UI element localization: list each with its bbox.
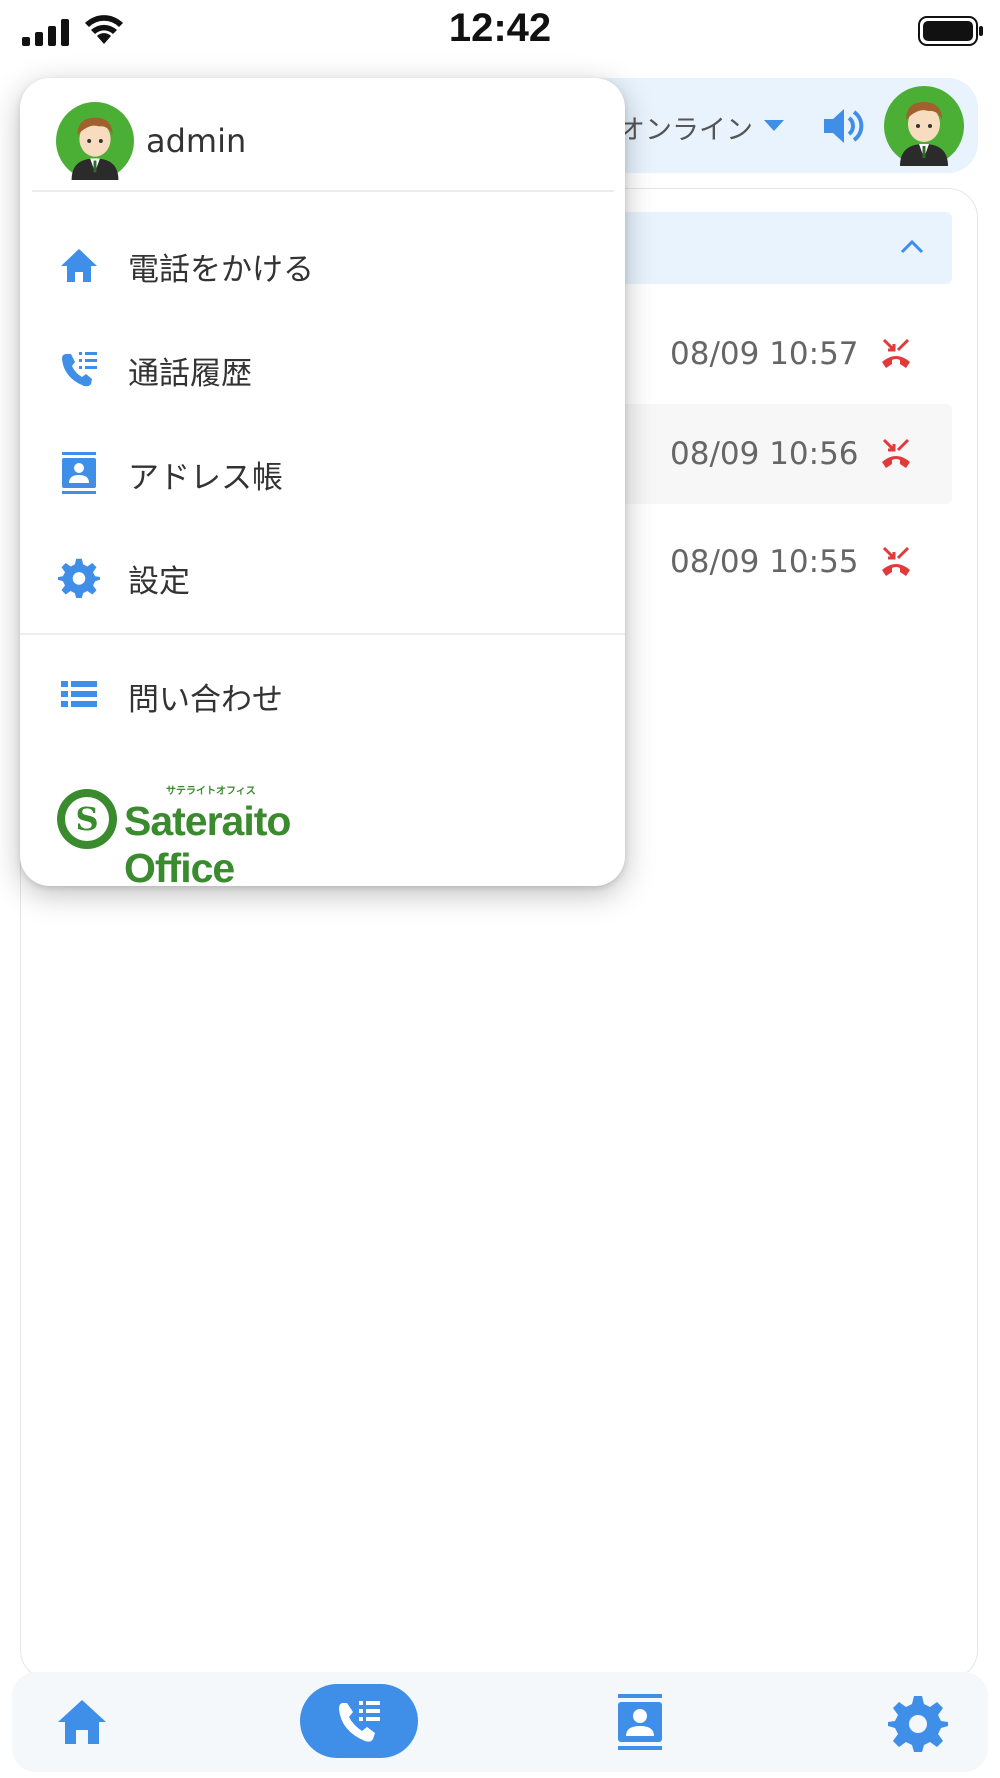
- side-drawer: admin 電話をかける 通話履歴 アドレス帳 設定 問い合わせ S サテライト…: [20, 78, 625, 891]
- missed-call-icon: [882, 546, 910, 576]
- nav-call-history-button[interactable]: [300, 1684, 418, 1758]
- divider: [32, 190, 614, 192]
- call-time: 08/09 10:56: [670, 436, 859, 472]
- home-icon: [61, 249, 97, 282]
- menu-item-settings[interactable]: 設定: [20, 530, 625, 620]
- menu-item-label: 設定: [128, 564, 190, 600]
- menu-item-label: アドレス帳: [128, 460, 283, 496]
- home-icon[interactable]: [52, 1692, 112, 1752]
- status-bar: 12:42: [0, 0, 1000, 64]
- sateraito-office-logo: S サテライトオフィス Sateraito Office: [56, 786, 386, 891]
- avatar[interactable]: [884, 86, 964, 166]
- menu-item-label: 電話をかける: [128, 252, 314, 288]
- contacts-icon[interactable]: [610, 1692, 670, 1752]
- logo-kana: サテライトオフィス: [166, 786, 256, 797]
- list-icon: [61, 681, 97, 707]
- gear-icon: [58, 558, 100, 598]
- missed-call-icon: [882, 338, 910, 368]
- logo-emblem: S: [57, 789, 117, 849]
- call-history-icon: [62, 352, 97, 387]
- avatar: [56, 102, 134, 180]
- menu-item-call-history[interactable]: 通話履歴: [20, 322, 625, 412]
- call-history-icon: [339, 1701, 380, 1742]
- gear-icon[interactable]: [888, 1692, 948, 1752]
- volume-icon[interactable]: [822, 106, 864, 146]
- call-time: 08/09 10:55: [670, 544, 859, 580]
- missed-call-icon: [882, 438, 910, 468]
- divider: [20, 633, 625, 635]
- presence-status[interactable]: オンライン: [618, 108, 753, 147]
- svg-text:S: S: [75, 800, 98, 838]
- menu-item-contact[interactable]: 問い合わせ: [20, 648, 625, 738]
- menu-item-label: 通話履歴: [128, 356, 252, 392]
- call-time: 08/09 10:57: [670, 336, 859, 372]
- drawer-header: admin: [20, 78, 625, 190]
- logo-text: Sateraito Office: [124, 798, 291, 891]
- menu-item-address-book[interactable]: アドレス帳: [20, 426, 625, 516]
- clock: 12:42: [448, 6, 552, 50]
- bottom-nav: [12, 1672, 988, 1772]
- contacts-icon: [62, 452, 96, 494]
- menu-item-make-call[interactable]: 電話をかける: [20, 218, 625, 308]
- battery-icon: [918, 16, 983, 46]
- chevron-down-icon[interactable]: [764, 120, 784, 131]
- user-name: admin: [146, 122, 247, 160]
- chevron-up-icon[interactable]: [900, 238, 924, 254]
- menu-item-label: 問い合わせ: [128, 682, 283, 718]
